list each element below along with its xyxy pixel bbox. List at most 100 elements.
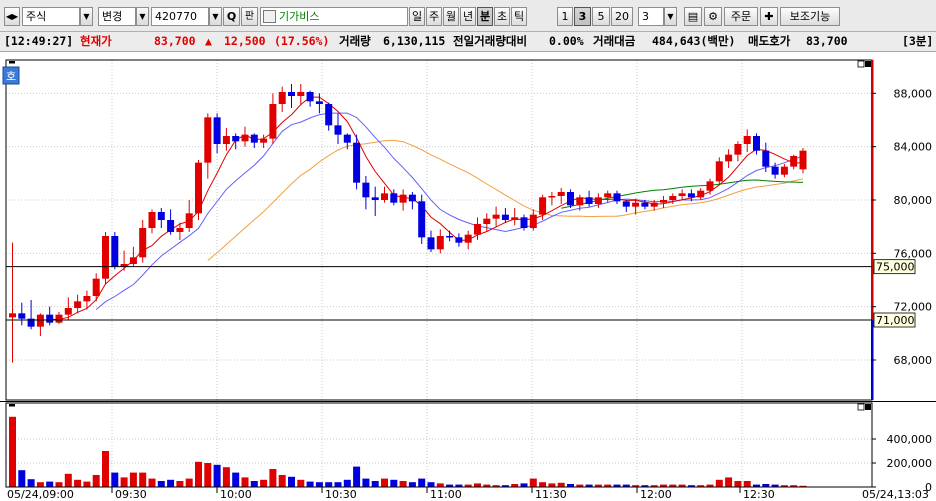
code-input[interactable]: 420770 [151,7,209,26]
candle-body [567,192,574,206]
volume-bar [213,464,221,487]
volume-bar [176,481,184,487]
market-select[interactable]: 주식 [22,7,80,26]
volume-tick-label: 200,000 [887,457,933,470]
candle-body [111,236,119,267]
time-tick-label: 09:30 [115,488,147,501]
stock-name-field[interactable]: 기가비스 [260,7,408,26]
volume-bar [390,479,398,487]
aux-function-button[interactable]: 보조기능 [780,7,840,26]
candle-body [325,104,333,126]
save-icon[interactable]: ▤ [684,7,702,26]
candle-body [650,202,658,207]
volume-bar [260,479,268,487]
period-button-1[interactable]: 주 [426,7,442,26]
lock-button[interactable]: 판 [241,7,258,26]
candle-body [660,200,667,203]
chevron-down-icon[interactable]: ▼ [80,7,93,26]
price-tick-label: 88,000 [894,87,933,100]
candle-body [669,196,677,200]
candle-body [297,92,305,96]
candle-body [446,236,454,238]
mode-tag-label: 호 [6,70,16,83]
volume-bar [111,472,119,487]
stock-chart[interactable]: 88,000 84,000 80,000 76,000 72,000 68,000 400… [0,52,936,501]
candle-body [762,150,770,167]
search-button[interactable]: Q [223,7,240,26]
volume-bar [241,477,249,487]
volume-bar [474,483,481,487]
period-button-3[interactable]: 년 [460,7,476,26]
gear-icon[interactable]: ⚙ [704,7,722,26]
volume-bar [64,473,72,487]
volume-bar [288,476,295,487]
current-price: 83,700 [154,34,196,48]
period-button-5[interactable]: 초 [494,7,510,26]
candle-body [232,136,240,142]
candle-body [539,197,547,215]
chevron-down-icon[interactable]: ▼ [136,7,149,26]
candle-body [288,92,295,96]
candle-body [260,138,268,143]
candle-body [715,161,723,182]
reference-price-label: 71,000 [876,314,915,327]
time-tick-label: 11:30 [535,488,567,501]
panel-handle-icon [9,404,15,407]
period-indicator: [3분] [902,34,934,48]
volume-bar [325,482,333,487]
volume-bar [381,478,388,487]
candle-body [185,213,193,228]
candle-body [799,150,807,170]
price-tick-label: 80,000 [894,194,933,207]
candle-body [278,92,286,104]
candle-body [529,214,537,228]
candle-body [557,192,565,196]
candle-body [576,197,584,206]
period-button-4[interactable]: 분 [477,7,493,26]
volume-bar [539,482,547,487]
chevron-down-icon[interactable]: ▼ [209,7,222,26]
period-button-2[interactable]: 월 [443,7,459,26]
interval-button-2[interactable]: 5 [592,7,610,26]
volume-bar [148,478,156,487]
volume-bar [734,481,742,487]
period-button-0[interactable]: 일 [409,7,425,26]
interval-button-0[interactable]: 1 [557,7,573,26]
volume-bar [9,416,16,487]
volume-bar [427,482,435,487]
price-change-pct: (17.56%) [274,34,330,48]
panel-handle-icon [9,61,15,64]
left-right-arrow-icon[interactable]: ◀▶ [4,7,20,26]
candle-body [511,217,519,220]
chevron-down-icon[interactable]: ▼ [664,7,677,26]
stock-icon [263,10,276,23]
volume-bar [27,479,35,487]
time-tick-label: 11:00 [430,488,462,501]
amount-value: 484,643(백만) [652,34,736,48]
volume-bar [46,481,54,487]
candle-body [474,224,481,235]
maximize-icon [857,60,865,68]
volume-bar [399,481,407,487]
candle-body [334,125,342,135]
interval-button-1[interactable]: 3 [574,7,591,26]
interval-input[interactable]: 3 [638,7,664,26]
type-select[interactable]: 변경 [98,7,136,26]
plus-icon[interactable]: ✚ [760,7,778,26]
candle-body [492,214,500,219]
candle-body [148,212,156,228]
volume-bar [269,469,277,487]
candle-body [315,101,323,104]
candle-body [371,197,379,200]
volume-bar [315,482,323,487]
candle-body [176,228,184,232]
time-tick-label: 12:00 [640,488,672,501]
period-button-6[interactable]: 틱 [511,7,527,26]
volume-bar [418,478,426,487]
volume-bar [139,472,147,487]
interval-button-3[interactable]: 20 [611,7,633,26]
volume-bar [529,478,537,487]
candle-body [418,201,426,238]
volume-bar [362,478,370,487]
order-button[interactable]: 주문 [724,7,758,26]
